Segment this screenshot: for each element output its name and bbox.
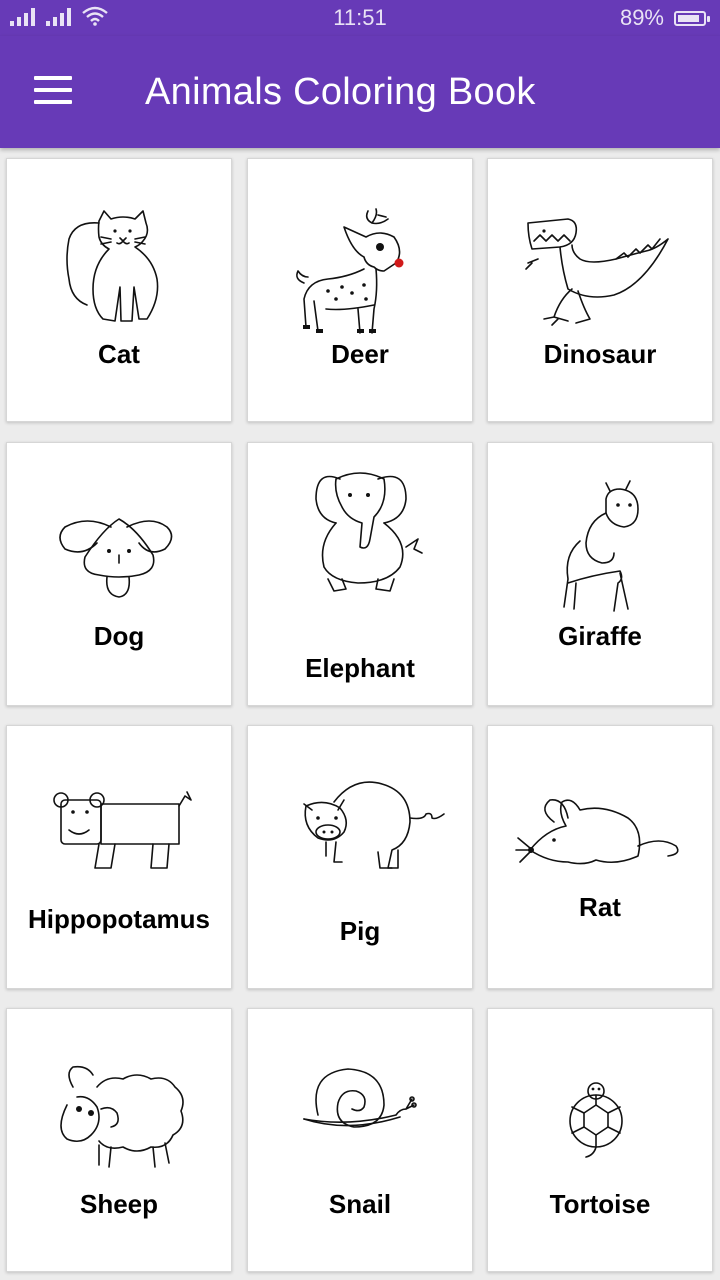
hippopotamus-drawing (53, 791, 192, 869)
rat-drawing (515, 799, 679, 865)
page-title: Animals Coloring Book (145, 71, 536, 113)
animal-card-cat[interactable]: Cat (6, 158, 232, 422)
animal-label: Dog (93, 621, 145, 651)
animal-label: Snail (328, 1189, 392, 1219)
deer-drawing (296, 208, 404, 334)
animal-label: Giraffe (558, 621, 642, 651)
battery-percent: 89% (619, 5, 664, 30)
animal-card-rat[interactable]: Rat (487, 725, 713, 989)
animal-grid: Cat Deer Dinosaur Dog Elephant Giraffe H… (0, 150, 720, 1280)
status-bar: 11:51 89% (0, 0, 720, 36)
animal-card-dog[interactable]: Dog (6, 442, 232, 706)
dog-drawing (59, 518, 173, 598)
hamburger-menu-icon[interactable] (34, 76, 78, 108)
app-bar: Animals Coloring Book (0, 36, 720, 148)
animal-label: Hippopotamus (28, 904, 210, 934)
animal-label: Dinosaur (543, 339, 657, 369)
animal-card-pig[interactable]: Pig (247, 725, 473, 989)
animal-label: Deer (331, 339, 389, 369)
tortoise-drawing (569, 1082, 623, 1158)
status-icons-right: 89% (619, 5, 710, 31)
animal-card-deer[interactable]: Deer (247, 158, 473, 422)
snail-drawing (303, 1068, 417, 1128)
animal-card-elephant[interactable]: Elephant (247, 442, 473, 706)
animal-card-giraffe[interactable]: Giraffe (487, 442, 713, 706)
giraffe-drawing (563, 480, 639, 612)
animal-label: Cat (98, 339, 140, 369)
animal-label: Tortoise (549, 1189, 651, 1219)
animal-card-tortoise[interactable]: Tortoise (487, 1008, 713, 1272)
battery-icon (674, 10, 710, 26)
animal-label: Elephant (305, 653, 415, 683)
animal-card-sheep[interactable]: Sheep (6, 1008, 232, 1272)
animal-label: Rat (579, 892, 621, 922)
sheep-drawing (60, 1065, 184, 1168)
animal-card-dinosaur[interactable]: Dinosaur (487, 158, 713, 422)
status-time: 11:51 (333, 5, 387, 30)
dinosaur-drawing (525, 218, 669, 326)
animal-card-hippopotamus[interactable]: Hippopotamus (6, 725, 232, 989)
animal-card-snail[interactable]: Snail (247, 1008, 473, 1272)
animal-label: Pig (339, 916, 381, 946)
animal-label: Sheep (79, 1189, 159, 1219)
cat-drawing (66, 210, 159, 322)
pig-drawing (303, 781, 445, 869)
